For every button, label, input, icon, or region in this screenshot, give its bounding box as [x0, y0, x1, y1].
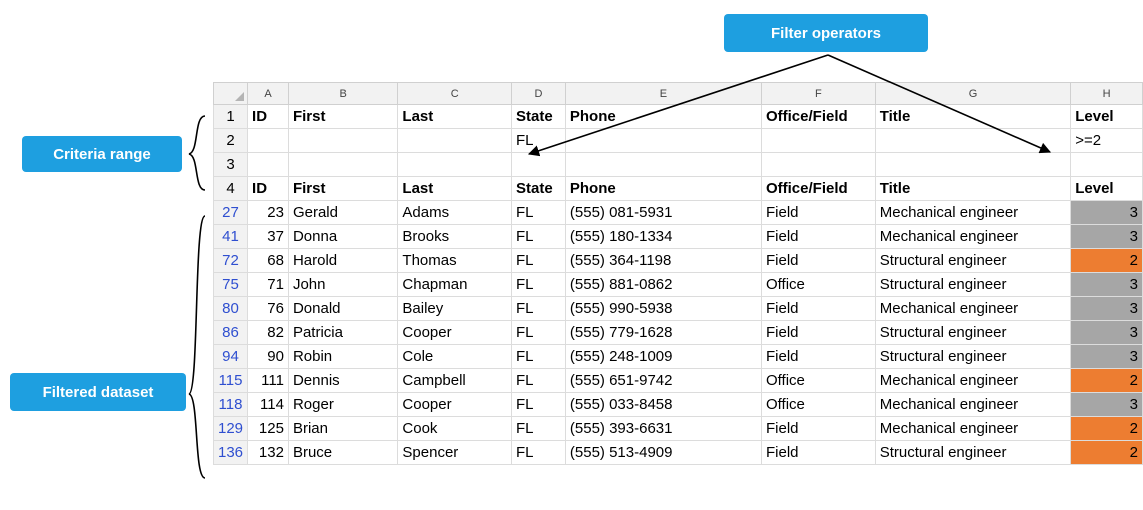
filtered-dataset-brace [188, 215, 206, 479]
arrow-to-state-criteria [527, 54, 829, 157]
annotation-overlay [188, 54, 1052, 479]
criteria-range-brace [188, 115, 206, 191]
arrow-to-level-criteria [827, 54, 1052, 154]
